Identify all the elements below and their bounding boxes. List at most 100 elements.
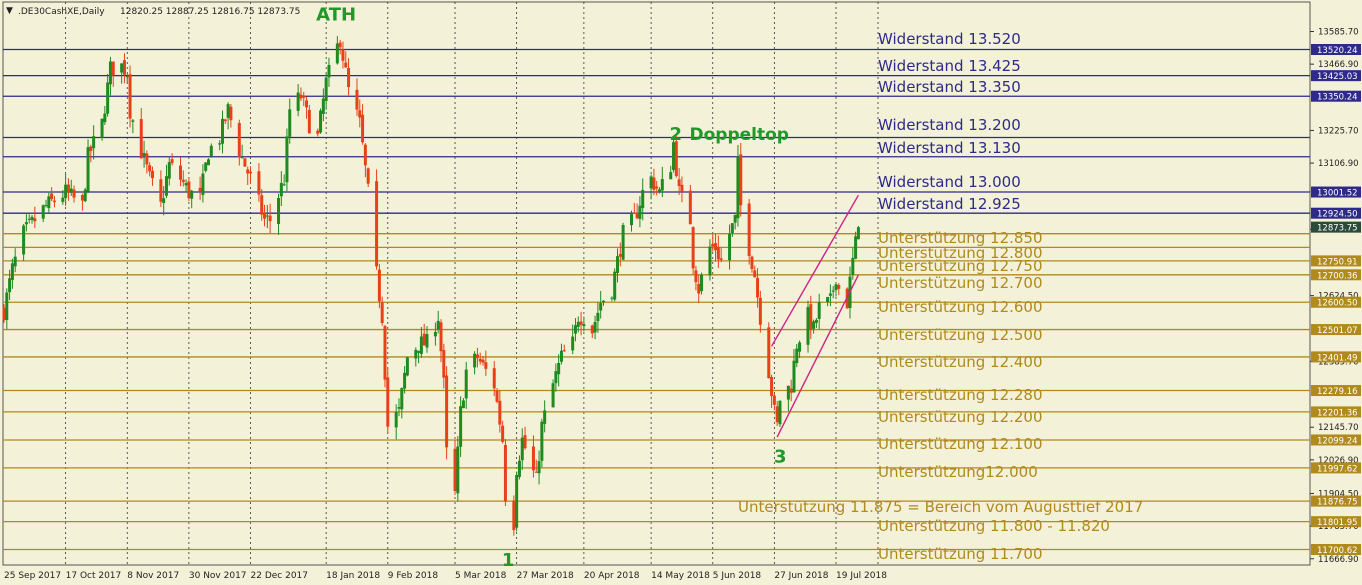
candle-body <box>184 183 188 186</box>
candle-body <box>515 474 519 528</box>
candle-body <box>237 123 241 158</box>
candle-body <box>69 188 73 193</box>
candle-body <box>442 350 446 378</box>
candle-body <box>83 189 87 202</box>
candle-body <box>736 156 740 219</box>
candle-body <box>501 425 505 442</box>
price-tag-label: 13520.24 <box>1317 46 1358 56</box>
candle-body <box>475 354 479 359</box>
y-tick-label: 12145.70 <box>1318 423 1359 433</box>
candle-body <box>72 189 76 198</box>
candle-body <box>579 321 583 325</box>
header-dropdown-icon[interactable]: ▼ <box>6 6 13 16</box>
candle-body <box>302 96 306 98</box>
price-tag-label: 13350.24 <box>1317 93 1358 103</box>
candle-body <box>557 362 561 375</box>
price-tag-label: 12099.24 <box>1317 436 1358 446</box>
candle-body <box>181 179 185 183</box>
candle-body <box>221 118 225 144</box>
candle-body <box>778 400 782 425</box>
support-label: Unterstützung 12.400 <box>878 353 1043 371</box>
candle-body <box>363 144 367 166</box>
candle-body <box>277 197 281 225</box>
candle-body <box>775 406 779 423</box>
candle-body <box>10 263 14 280</box>
candle-body <box>711 243 715 247</box>
candle-body <box>209 145 213 157</box>
candle-body <box>422 333 426 346</box>
ohlc-values: 12820.25 12887.25 12816.75 12873.75 <box>120 7 300 17</box>
y-tick-label: 11666.90 <box>1318 555 1359 565</box>
candle-body <box>299 94 303 99</box>
candle-body <box>425 334 429 348</box>
price-tag-label: 11801.95 <box>1317 518 1358 528</box>
candle-body <box>445 375 449 448</box>
candle-body <box>571 336 575 351</box>
candle-body <box>66 184 70 193</box>
candle-body <box>316 130 320 134</box>
x-tick-label: 20 Apr 2018 <box>584 571 640 581</box>
candle-body <box>170 159 174 164</box>
candle-body <box>41 205 45 219</box>
candle-body <box>772 395 776 405</box>
x-tick-label: 18 Jan 2018 <box>326 571 380 581</box>
candle-body <box>484 362 488 369</box>
candle-body <box>697 283 701 294</box>
candle-body <box>459 406 463 447</box>
candle-body <box>826 296 830 302</box>
y-tick-label: 13225.70 <box>1318 126 1359 136</box>
candle-body <box>655 186 659 189</box>
candle-body <box>537 461 541 474</box>
candle-body <box>635 212 639 219</box>
candle-body <box>344 62 348 68</box>
candle-body <box>89 146 93 151</box>
candle-body <box>61 197 65 202</box>
candle-body <box>159 179 163 202</box>
candle-body <box>733 214 737 223</box>
candle-body <box>652 177 656 190</box>
x-tick-label: 17 Oct 2017 <box>66 571 122 581</box>
support-label: Unterstützung 12.200 <box>878 408 1043 426</box>
price-tag-label: 12501.07 <box>1317 326 1358 336</box>
candle-body <box>190 190 194 199</box>
candle-body <box>828 293 832 296</box>
candle-body <box>386 377 390 427</box>
candle-body <box>795 348 799 364</box>
candle-body <box>854 236 858 259</box>
x-tick-label: 22 Dec 2017 <box>251 571 309 581</box>
candle-body <box>417 350 421 353</box>
candle-body <box>164 176 168 196</box>
candle-body <box>47 196 51 209</box>
candle-body <box>288 109 292 137</box>
candle-body <box>268 215 272 222</box>
candle-body <box>613 271 617 300</box>
support-label: Unterstützung 11.700 <box>878 545 1043 563</box>
candle-body <box>27 218 31 220</box>
candle-body <box>512 500 516 531</box>
candle-body <box>531 446 535 471</box>
candle-body <box>492 368 496 389</box>
candle-body <box>747 203 751 256</box>
candle-body <box>503 444 507 502</box>
support-label: Unterstützung 12.100 <box>878 435 1043 453</box>
candle-body <box>240 157 244 159</box>
candle-body <box>307 109 311 134</box>
candle-body <box>798 342 802 352</box>
annotation-label: 1 <box>502 550 515 571</box>
candle-body <box>122 60 126 75</box>
support-label: Unterstützung 12.750 <box>878 257 1043 275</box>
resistance-label: Widerstand 13.000 <box>878 173 1021 191</box>
candle-body <box>814 319 818 323</box>
candle-body <box>358 110 362 118</box>
candle-body <box>478 358 482 362</box>
candle-body <box>414 349 418 359</box>
candle-body <box>680 184 684 192</box>
candle-body <box>630 214 634 226</box>
resistance-label: Widerstand 13.350 <box>878 78 1021 96</box>
candle-body <box>380 302 384 323</box>
candle-body <box>103 113 107 123</box>
candle-body <box>523 435 527 449</box>
support-label: Unterstützung 11.875 = Bereich vom Augus… <box>738 498 1143 516</box>
candle-body <box>139 119 143 159</box>
candle-body <box>601 300 605 303</box>
